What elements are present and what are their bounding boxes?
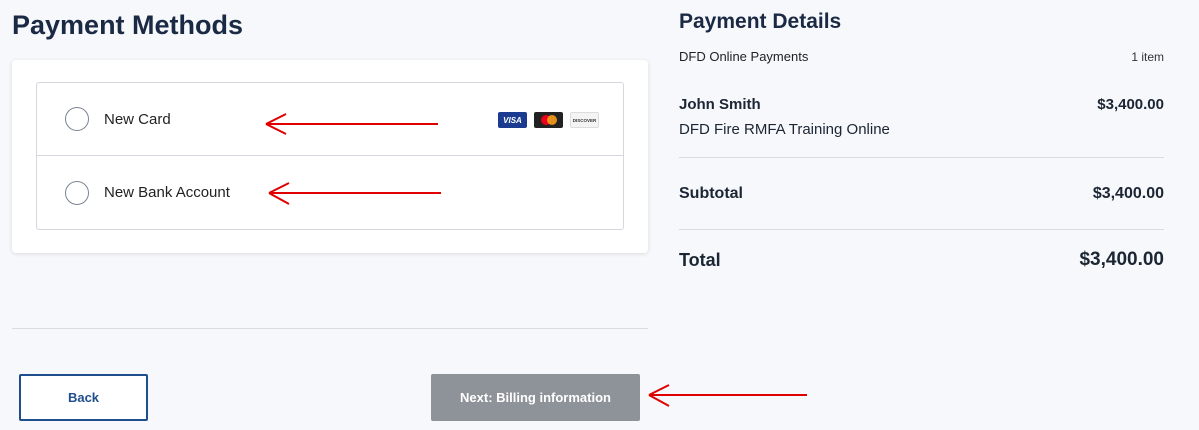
annotation-arrow-icon <box>648 384 807 407</box>
card-logos: VISA DISCOVER <box>498 112 599 128</box>
payment-methods-heading: Payment Methods <box>12 10 244 40</box>
subtotal-amount: $3,400.00 <box>1092 185 1164 202</box>
line-item-description: DFD Fire RMFA Training Online <box>679 121 890 138</box>
annotation-arrow-icon <box>265 113 438 135</box>
payment-details-title: Payment Details <box>679 10 842 33</box>
new-bank-account-radio[interactable] <box>65 180 89 205</box>
mastercard-logo-icon <box>534 112 563 128</box>
details-divider <box>679 157 1164 158</box>
details-divider <box>679 229 1164 230</box>
total-amount: $3,400.00 <box>1079 249 1164 270</box>
line-item-amount: $3,400.00 <box>1097 96 1164 113</box>
new-card-radio[interactable] <box>65 107 89 131</box>
payment-options-list: New Card VISA DISCOVER New Bank Account <box>36 82 624 230</box>
discover-logo-icon: DISCOVER <box>570 112 599 128</box>
back-button[interactable]: Back <box>19 374 148 421</box>
new-card-label: New Card <box>104 110 171 128</box>
next-billing-information-button[interactable]: Next: Billing information <box>431 374 640 421</box>
merchant-name: DFD Online Payments <box>679 49 809 64</box>
section-divider <box>12 328 648 329</box>
subtotal-label: Subtotal <box>679 185 743 202</box>
new-bank-account-label: New Bank Account <box>104 184 230 201</box>
payer-name: John Smith <box>679 96 761 113</box>
item-count: 1 item <box>1131 50 1164 64</box>
total-label: Total <box>679 250 721 270</box>
visa-logo-icon: VISA <box>498 112 527 128</box>
payment-methods-card: New Card VISA DISCOVER New Bank Account <box>12 60 648 253</box>
annotation-arrow-icon <box>268 182 441 205</box>
